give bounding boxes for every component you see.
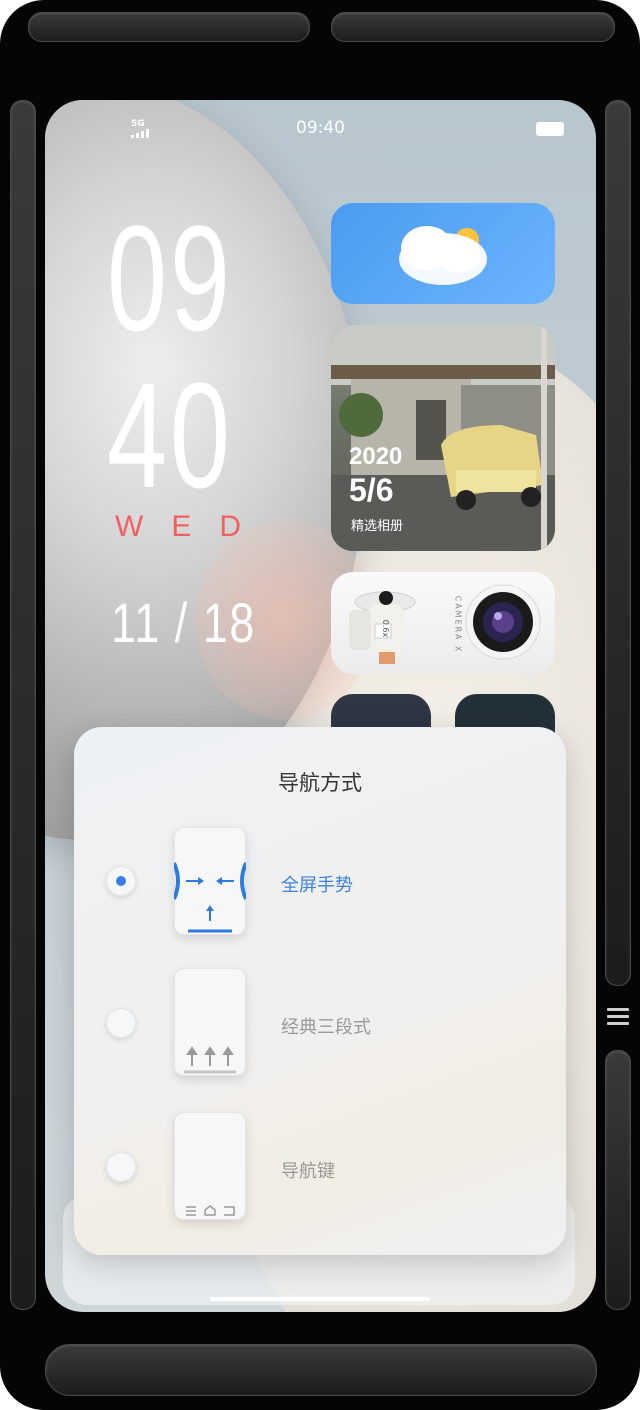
bottom-bezel xyxy=(45,1344,597,1396)
nav-option-label: 全屏手势 xyxy=(281,875,353,896)
classic-preview xyxy=(174,968,246,1076)
partly-cloudy-icon xyxy=(399,226,487,285)
sheet-title: 导航方式 xyxy=(278,771,362,795)
home-indicator[interactable] xyxy=(210,1297,430,1301)
clock-hours: 09 xyxy=(107,194,233,362)
clock-date: 11 / 18 xyxy=(111,591,256,654)
radio-gesture[interactable] xyxy=(106,866,136,896)
photo-caption: 精选相册 xyxy=(351,519,404,534)
camera-brand: CAMERA X xyxy=(453,595,463,654)
radio-keys[interactable] xyxy=(106,1152,136,1182)
top-bezel-right xyxy=(331,12,615,42)
nav-option-label: 经典三段式 xyxy=(281,1017,371,1038)
gesture-preview xyxy=(172,827,248,935)
right-side-rail-top xyxy=(605,100,631,986)
top-bezel-left xyxy=(28,12,310,42)
device-frame: 5G 09:40 09 40 WED 11 / 18 2020 5/6 精选相册… xyxy=(0,0,640,1410)
nav-keys-icon xyxy=(186,1205,235,1216)
three-button-arrows-icon xyxy=(184,1046,236,1074)
nav-mode-sheet: 导航方式 全屏手势 经典三段式 导航键 xyxy=(74,727,566,1255)
radio-selected-dot xyxy=(116,876,126,886)
clock-weekday: WED xyxy=(115,510,269,543)
right-side-rail-bottom xyxy=(605,1050,631,1310)
weather-widget[interactable] xyxy=(331,203,555,304)
drag-handle-icon[interactable] xyxy=(607,1008,629,1029)
status-bar: 5G 09:40 xyxy=(45,118,596,142)
camera-lens-tag: 0.6x xyxy=(381,619,391,638)
photo-day: 5/6 xyxy=(349,472,394,508)
status-time: 09:40 xyxy=(296,118,345,138)
radio-classic[interactable] xyxy=(106,1008,136,1038)
keys-preview xyxy=(174,1112,246,1220)
battery-icon xyxy=(536,122,564,136)
camera-lens-icon xyxy=(465,584,541,660)
photo-year: 2020 xyxy=(349,443,403,470)
camera-widget[interactable]: 0.6x CAMERA X CAMERA xyxy=(331,572,555,674)
photo-widget[interactable]: 2020 5/6 精选相册 xyxy=(331,325,555,551)
gesture-arrows-icon xyxy=(172,862,248,933)
camera-lens-label: CAMERA xyxy=(491,586,519,592)
nav-option-label: 导航键 xyxy=(281,1161,335,1182)
clock-minutes: 40 xyxy=(107,351,233,519)
left-side-rail xyxy=(10,100,36,1310)
